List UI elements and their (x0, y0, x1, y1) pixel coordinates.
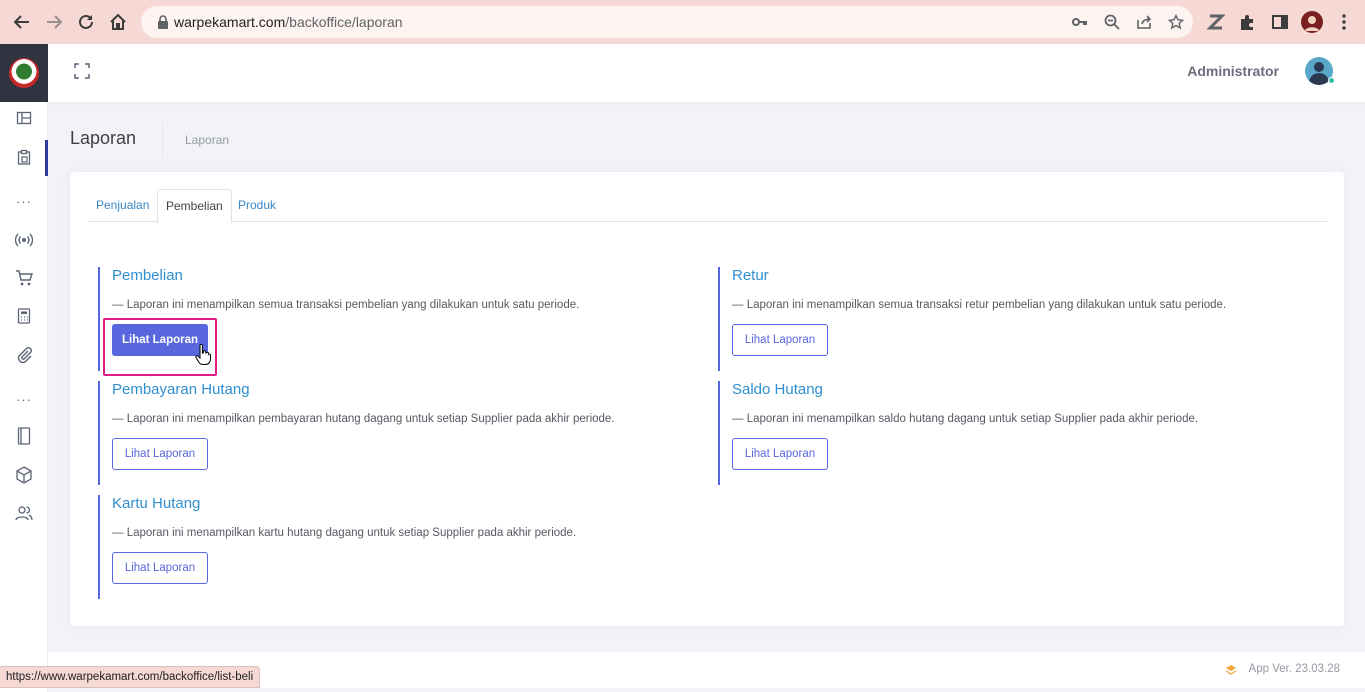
report-tabs: Penjualan Pembelian Produk (88, 189, 1327, 223)
title-divider (162, 124, 163, 156)
sidebar: ··· ··· (0, 44, 48, 692)
forward-icon[interactable] (43, 11, 65, 33)
browser-menu-icon[interactable] (1334, 12, 1354, 32)
tab-penjualan[interactable]: Penjualan (88, 189, 157, 222)
report-section-saldo-hutang: Saldo Hutang — Laporan ini menampilkan s… (718, 381, 1318, 485)
z-extension-icon[interactable] (1206, 12, 1226, 32)
section-title: Pembayaran Hutang (112, 381, 250, 398)
url-text: warpekamart.com/backoffice/laporan (174, 14, 403, 30)
tab-pembelian[interactable]: Pembelian (157, 189, 232, 223)
lihat-laporan-button[interactable]: Lihat Laporan (112, 552, 208, 584)
status-bar-url: https://www.warpekamart.com/backoffice/l… (0, 666, 261, 688)
zoom-icon[interactable] (1104, 14, 1120, 30)
section-dots: ··· (16, 194, 32, 209)
broadcast-icon[interactable] (14, 230, 34, 250)
lock-icon (157, 15, 169, 34)
tab-produk[interactable]: Produk (230, 189, 284, 222)
back-icon[interactable] (11, 11, 33, 33)
lihat-laporan-button[interactable]: Lihat Laporan (112, 438, 208, 470)
book-icon[interactable] (14, 426, 34, 446)
app-logo (9, 58, 39, 88)
clipboard-icon[interactable] (14, 147, 34, 167)
section-title: Pembelian (112, 267, 183, 284)
layers-icon (1225, 663, 1237, 681)
lihat-laporan-button[interactable]: Lihat Laporan (732, 324, 828, 356)
box-icon[interactable] (14, 465, 34, 485)
section-description: — Laporan ini menampilkan semua transaks… (732, 299, 1227, 311)
section-dots: ··· (16, 392, 32, 407)
report-card: Penjualan Pembelian Produk Pembelian — L… (70, 172, 1344, 626)
section-title: Saldo Hutang (732, 381, 823, 398)
share-icon[interactable] (1136, 14, 1152, 30)
browser-toolbar: warpekamart.com/backoffice/laporan (0, 0, 1365, 44)
section-description: — Laporan ini menampilkan kartu hutang d… (112, 527, 577, 539)
section-title: Kartu Hutang (112, 495, 201, 512)
section-description: — Laporan ini menampilkan saldo hutang d… (732, 413, 1199, 425)
section-title: Retur (732, 267, 769, 284)
home-icon[interactable] (107, 11, 129, 33)
users-icon[interactable] (14, 503, 34, 523)
app-version: App Ver. 23.03.28 (1248, 663, 1340, 675)
report-section-retur: Retur — Laporan ini menampilkan semua tr… (718, 267, 1318, 371)
fullscreen-icon[interactable] (74, 63, 90, 84)
breadcrumb[interactable]: Laporan (185, 133, 229, 147)
report-section-kartu-hutang: Kartu Hutang — Laporan ini menampilkan k… (98, 495, 688, 599)
side-panel-icon[interactable] (1270, 12, 1290, 32)
active-indicator (45, 140, 48, 176)
online-status-dot (1328, 77, 1335, 84)
bookmark-star-icon[interactable] (1167, 13, 1185, 30)
hand-cursor-icon (195, 343, 211, 371)
key-icon[interactable] (1072, 14, 1088, 30)
calculator-icon[interactable] (14, 306, 34, 326)
paperclip-icon[interactable] (14, 344, 34, 364)
report-section-pembayaran-hutang: Pembayaran Hutang — Laporan ini menampil… (98, 381, 688, 485)
address-bar[interactable]: warpekamart.com/backoffice/laporan (141, 6, 1193, 38)
page-title: Laporan (70, 128, 137, 148)
cart-icon[interactable] (14, 268, 34, 288)
reload-icon[interactable] (75, 11, 97, 33)
dashboard-icon[interactable] (14, 108, 34, 128)
section-description: — Laporan ini menampilkan pembayaran hut… (112, 413, 615, 425)
top-header: Administrator (48, 44, 1365, 102)
lihat-laporan-button[interactable]: Lihat Laporan (732, 438, 828, 470)
section-description: — Laporan ini menampilkan semua transaks… (112, 299, 580, 311)
puzzle-icon[interactable] (1238, 12, 1258, 32)
profile-avatar-icon[interactable] (1301, 11, 1323, 33)
logo-container[interactable] (0, 44, 48, 102)
user-name[interactable]: Administrator (1187, 63, 1279, 79)
